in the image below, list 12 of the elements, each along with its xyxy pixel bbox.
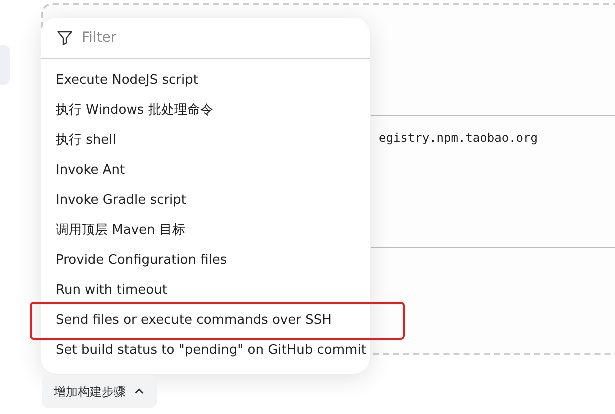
menu-item[interactable]: 调用顶层 Maven 目标: [41, 216, 370, 246]
filter-field[interactable]: Filter: [82, 28, 282, 48]
filter-icon: [56, 29, 74, 47]
menu-item[interactable]: 执行 Windows 批处理命令: [41, 96, 370, 126]
menu-item[interactable]: Provide Configuration files: [41, 246, 370, 276]
menu-item[interactable]: Invoke Gradle script: [41, 186, 370, 216]
menu-item[interactable]: Send files or execute commands over SSH: [30, 302, 405, 340]
menu-item[interactable]: 执行 shell: [41, 126, 370, 156]
code-text: egistry.npm.taobao.org: [379, 130, 538, 147]
menu-item[interactable]: Invoke Ant: [41, 156, 370, 186]
menu-item[interactable]: Execute NodeJS script: [41, 66, 370, 96]
add-build-step-button[interactable]: 增加构建步骤: [42, 375, 157, 408]
